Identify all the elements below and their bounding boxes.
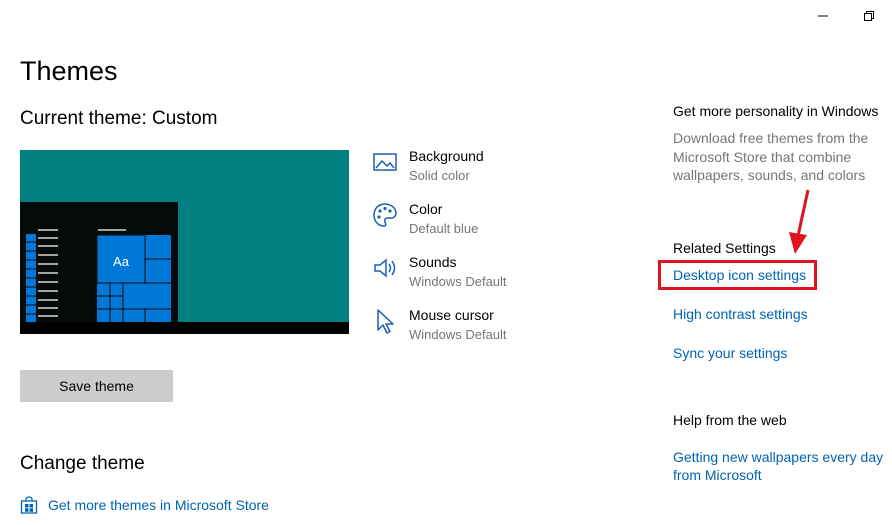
help-heading: Help from the web (673, 412, 787, 428)
page-title: Themes (20, 56, 118, 86)
high-contrast-settings-link[interactable]: High contrast settings (673, 306, 808, 322)
store-bag-icon (20, 496, 38, 514)
preview-sample-text: Aa (113, 254, 129, 269)
preview-start-menu: Aa (20, 202, 178, 322)
theme-preview: Aa (20, 150, 349, 334)
background-value: Solid color (409, 168, 470, 183)
color-label: Color (409, 201, 443, 217)
sounds-label: Sounds (409, 254, 457, 270)
palette-icon (373, 203, 397, 227)
get-more-themes-link[interactable]: Get more themes in Microsoft Store (20, 496, 269, 514)
minimize-icon (818, 15, 828, 17)
personality-heading: Get more personality in Windows (673, 103, 879, 119)
minimize-button[interactable] (800, 0, 846, 32)
sync-settings-link[interactable]: Sync your settings (673, 345, 787, 361)
restore-button[interactable] (846, 0, 892, 32)
wallpapers-help-link[interactable]: Getting new wallpapers every day from Mi… (673, 448, 888, 484)
save-theme-button[interactable]: Save theme (20, 370, 173, 402)
mouse-cursor-setting[interactable]: Mouse cursor Windows Default (372, 306, 632, 350)
picture-icon (373, 153, 397, 171)
highlight-box (658, 260, 817, 290)
change-theme-heading: Change theme (20, 453, 145, 474)
related-settings-heading: Related Settings (673, 240, 776, 256)
speaker-icon (374, 258, 396, 278)
color-setting[interactable]: Color Default blue (372, 200, 632, 244)
background-label: Background (409, 148, 484, 164)
background-setting[interactable]: Background Solid color (372, 147, 632, 191)
personality-description: Download free themes from the Microsoft … (673, 130, 869, 183)
current-theme-heading: Current theme: Custom (20, 108, 218, 129)
restore-icon (864, 11, 874, 21)
get-more-themes-label: Get more themes in Microsoft Store (48, 497, 269, 513)
mouse-cursor-value: Windows Default (409, 327, 507, 342)
preview-taskbar (20, 322, 349, 334)
sounds-setting[interactable]: Sounds Windows Default (372, 253, 632, 297)
red-arrow-icon (789, 189, 810, 254)
cursor-icon (377, 309, 394, 334)
color-value: Default blue (409, 221, 479, 236)
mouse-cursor-label: Mouse cursor (409, 307, 494, 323)
sounds-value: Windows Default (409, 274, 507, 289)
